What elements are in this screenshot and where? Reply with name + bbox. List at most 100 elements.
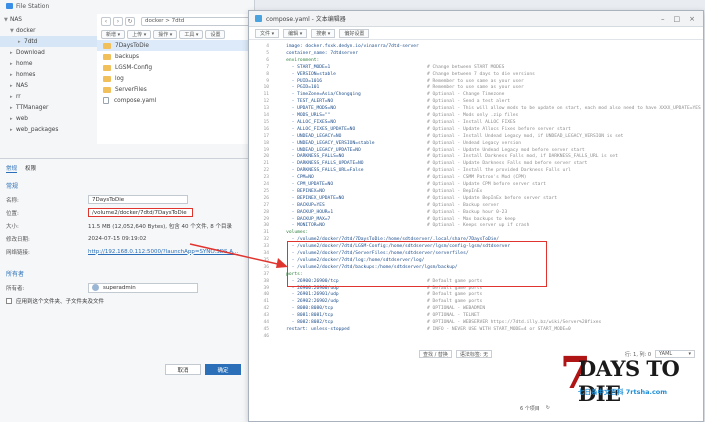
tree-item[interactable]: ▼ NAS — [0, 14, 97, 25]
code-area[interactable]: 4 image: docker.fxxk.dedyn.io/vinanrra/7… — [249, 42, 703, 360]
tree-item-label: rr — [16, 93, 21, 100]
code-line: - 8082:8082/tcp # OPTIONAL - WEBSERVER ht… — [275, 320, 602, 327]
file-row[interactable]: compose.yaml — [97, 95, 254, 106]
apply-checkbox[interactable] — [6, 297, 12, 304]
ok-button[interactable]: 确定 — [205, 364, 241, 375]
tree-item-label: web — [16, 115, 28, 122]
file-row[interactable]: 7DaysToDie — [97, 40, 254, 51]
code-line: - MODS_URLS="" # Optional - Mods only .zi… — [275, 113, 519, 120]
back-button[interactable]: ‹ — [101, 16, 111, 26]
find-replace-button[interactable]: 查找 / 替换 — [419, 350, 452, 358]
tree-item-label: home — [16, 60, 33, 67]
code-comment: # Optional - Update BepInEx before serve… — [427, 195, 557, 201]
tree-item[interactable]: ▸ web_packages — [0, 124, 97, 135]
code-comment: # INFO - NEVER USE WITH START_MODE=4 or … — [427, 326, 571, 332]
code-line: - 8081:8081/tcp # OPTIONAL - TELNET — [275, 313, 480, 320]
code-text: - CPM_UPDATE=NO — [275, 182, 334, 187]
owner-row: 所有者: superadmin — [0, 281, 255, 294]
line-number: 5 — [266, 50, 269, 56]
toolbar-button[interactable]: 上传 ▾ — [127, 29, 152, 39]
props-tab[interactable]: 常规 — [6, 164, 18, 173]
item-count: 6 个项目 — [520, 406, 540, 412]
prop-label: 修改日期: — [6, 236, 30, 243]
network-link[interactable]: http://192.168.0.112:5000/?launchApp=SYN… — [88, 249, 238, 255]
editor-menu-button[interactable]: 搜索 ▾ — [311, 28, 336, 38]
code-text: - 26901:26901/udp — [275, 292, 339, 298]
close-icon[interactable]: × — [689, 15, 695, 23]
code-comment: # Optional - Update CPM before server st… — [427, 182, 546, 187]
tree-item-label: NAS — [10, 16, 22, 23]
code-line: - UNDEAD_LEGACY=NO # Optional - Install U… — [275, 134, 624, 141]
file-name: backups — [115, 53, 139, 60]
tree-item[interactable]: ▸ home — [0, 58, 97, 69]
code-line: - UPDATE_MODS=NO # Optional - This will a… — [275, 106, 701, 113]
code-line: - UNDEAD_LEGACY_VERSION=stable # Optional… — [275, 141, 521, 148]
tree-item[interactable]: ▸ 7dtd — [0, 36, 97, 47]
line-number: 37 — [263, 271, 269, 277]
prop-label: 大小: — [6, 223, 19, 230]
code-comment: # Optional - Backup server — [427, 202, 499, 208]
text-editor-icon — [255, 15, 262, 22]
path-field[interactable]: docker > 7dtd — [141, 16, 250, 26]
tree-item[interactable]: ▸ Download — [0, 47, 97, 58]
location-field[interactable]: /volume2/docker/7dtd/7DaysToDie — [88, 208, 193, 217]
toolbar-button[interactable]: 设置 — [205, 29, 226, 39]
tree-item[interactable]: ▸ NAS — [0, 80, 97, 91]
code-comment: # OPTIONAL - WEBSERVER https://7dtd.illy… — [427, 320, 602, 325]
line-number: 7 — [266, 64, 269, 70]
tree-item[interactable]: ▸ homes — [0, 69, 97, 80]
tree-item[interactable]: ▸ web — [0, 113, 97, 124]
forward-button[interactable]: › — [113, 16, 123, 26]
tree-item[interactable]: ▼ docker — [0, 25, 97, 36]
toolbar-button[interactable]: 工具 ▾ — [179, 29, 204, 39]
code-line: - CPM=NO # Optional - CSMM Patron's Mod (… — [275, 175, 527, 182]
refresh-icon[interactable]: ↻ — [546, 405, 550, 412]
code-text: - BACKUP_HOUR=1 — [275, 209, 334, 215]
code-text: - 8081:8081/tcp — [275, 313, 334, 319]
file-row[interactable]: backups — [97, 51, 254, 62]
prop-row: 位置: /volume2/docker/7dtd/7DaysToDie — [0, 206, 255, 219]
folder-tree: ▼ NAS ▼ docker ▸ 7dtd ▸ Download ▸ home ▸ homes ▸ NAS… — [0, 14, 97, 135]
editor-menu-button[interactable]: 文件 ▾ — [255, 28, 280, 38]
code-comment: # Optional - Undead Legacy version — [427, 140, 522, 146]
line-number: 8 — [266, 71, 269, 77]
code-text: - VERSION=stable — [275, 71, 336, 77]
toolbar-button[interactable]: 操作 ▾ — [153, 29, 178, 39]
file-name: 7DaysToDie — [115, 42, 149, 49]
tree-item[interactable]: ▸ rr — [0, 91, 97, 102]
code-line: - CPM_UPDATE=NO # Optional - Update CPM b… — [275, 182, 546, 189]
tree-item[interactable]: ▸ TTManager — [0, 102, 97, 113]
name-field[interactable]: 7DaysToDie — [88, 195, 188, 204]
line-number: 15 — [263, 119, 269, 125]
cancel-button[interactable]: 取消 — [165, 364, 201, 375]
line-number: 33 — [263, 244, 269, 250]
minimize-icon[interactable]: – — [661, 15, 665, 23]
file-name: compose.yaml — [114, 97, 157, 104]
code-comment: # Optional - Update Allocs Fixes before … — [427, 126, 571, 132]
code-text: - START_MODE=1 — [275, 64, 331, 70]
maximize-icon[interactable]: □ — [674, 15, 681, 23]
code-comment: # Optional - Backup hour 0-23 — [427, 209, 508, 215]
code-comment: # Optional - BepInEx — [427, 188, 483, 194]
file-row[interactable]: LGSM-Config — [97, 62, 254, 73]
file-row[interactable]: log — [97, 73, 254, 84]
editor-title: compose.yaml - 文本编辑器 — [266, 16, 346, 23]
owner-select[interactable]: superadmin — [88, 282, 198, 293]
prop-value: 11.5 MB (12,052,640 Bytes), 包含 40 个文件, 8… — [88, 223, 232, 230]
file-row[interactable]: ServerFiles — [97, 84, 254, 95]
folder-icon — [103, 42, 111, 49]
refresh-button[interactable]: ↻ — [125, 16, 135, 26]
syntax-select[interactable]: 语法标签: 无 — [455, 350, 493, 358]
code-text: - TimeZone=Asia/Chongqing — [275, 92, 361, 98]
user-avatar-icon — [92, 284, 99, 291]
props-tab[interactable]: 权限 — [25, 164, 36, 173]
line-number: 16 — [263, 126, 269, 132]
editor-menu-button[interactable]: 偏好设置 — [339, 28, 370, 38]
code-line: environment: — [275, 58, 319, 65]
code-text: - BACKUP_MAX=7 — [275, 216, 331, 222]
code-comment: # Optional - Mods only .zip files — [427, 113, 519, 118]
editor-menu-button[interactable]: 编辑 ▾ — [283, 28, 308, 38]
toolbar-button[interactable]: 新增 ▾ — [101, 29, 126, 39]
props-buttons: 取消 确定 — [165, 364, 241, 375]
code-text: - ALLOC_FIXES_UPDATE=NO — [275, 126, 356, 132]
